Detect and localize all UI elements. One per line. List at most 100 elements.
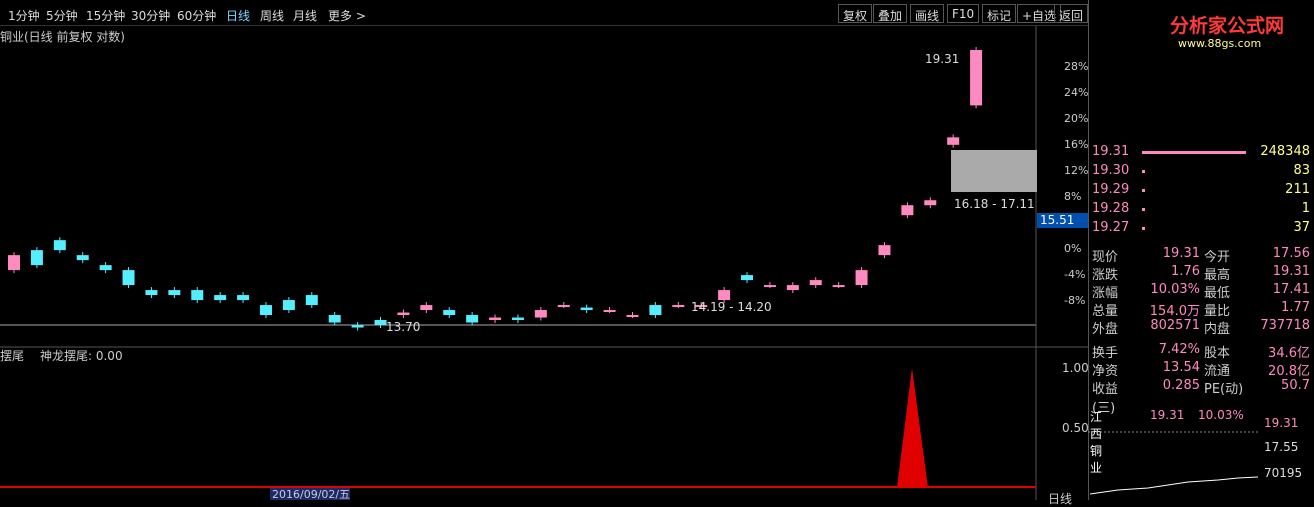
pct-tick: 8% (1064, 190, 1081, 203)
pct-tick: 0% (1064, 242, 1081, 255)
pct-tick: 28% (1064, 60, 1088, 73)
draw-button[interactable]: 画线 (910, 4, 945, 23)
orderbook-bar (1142, 227, 1145, 230)
candle (901, 205, 914, 216)
pct-tick: 16% (1064, 138, 1088, 151)
tf-daily[interactable]: 日线 (226, 7, 250, 24)
quote-cell: 17.56 (1272, 246, 1310, 261)
orderbook-bar (1142, 208, 1145, 211)
quote-cell: 19.31 (1272, 264, 1310, 279)
box-label: 16.18 - 17.11 (954, 197, 1035, 211)
candle (282, 300, 295, 311)
price-range-box (951, 150, 1037, 192)
mini-price: 19.31 (1150, 408, 1185, 422)
f10-button[interactable]: F10 (947, 4, 980, 23)
tf-more[interactable]: 更多 > (328, 7, 366, 24)
kline-chart[interactable]: 28%24%20%16%12%8%4%0%-4%-8% 19.31 16.18 … (0, 26, 1088, 500)
indicator-title: 摆尾 (0, 349, 24, 363)
candle (878, 245, 891, 256)
quote-cell: 涨跌 (1092, 268, 1119, 283)
mid-label: 14.19 - 14.20 (691, 300, 772, 314)
tf-1min[interactable]: 1分钟 (8, 7, 40, 24)
candle (626, 315, 639, 318)
tf-5min[interactable]: 5分钟 (46, 7, 78, 24)
candle (970, 50, 983, 106)
candle (214, 295, 227, 301)
candle (511, 317, 524, 321)
candle (741, 275, 754, 281)
high-label: 19.31 (925, 52, 959, 66)
candle (489, 317, 502, 321)
candle (168, 290, 181, 296)
back-button[interactable]: 返回 (1054, 4, 1088, 23)
candle (534, 310, 547, 318)
orderbook-volume: 211 (1285, 182, 1310, 197)
quote-cell: 7.42% (1158, 342, 1200, 357)
candle (145, 290, 158, 296)
candle (420, 305, 433, 311)
current-price-label: 15.51 (1040, 213, 1074, 227)
quote-cell: 19.31 (1162, 246, 1200, 261)
signal-spike (897, 368, 928, 488)
candle (76, 255, 89, 261)
tf-30min[interactable]: 30分钟 (131, 7, 170, 24)
overlay-button[interactable]: 叠加 (873, 4, 908, 23)
mark-button[interactable]: 标记 (982, 4, 1017, 23)
indicator-tick: 0.50 (1062, 421, 1088, 435)
candle (191, 290, 204, 301)
candle (649, 305, 662, 316)
pct-tick: -8% (1064, 294, 1085, 307)
quote-cell: 13.54 (1162, 360, 1200, 375)
tf-monthly[interactable]: 月线 (293, 7, 317, 24)
fuquan-button[interactable]: 复权 (838, 4, 873, 23)
indicator-tick: 1.00 (1062, 361, 1088, 375)
orderbook-volume: 248348 (1260, 144, 1310, 159)
logo-text: 分析家公式网 (1170, 15, 1285, 37)
date-label: 2016/09/02/五 (272, 488, 350, 500)
orderbook-volume: 83 (1293, 163, 1310, 178)
quote-cell: 净资 (1092, 364, 1119, 379)
quote-cell: 换手 (1092, 346, 1119, 361)
quote-cell: 154.0万 (1149, 304, 1200, 319)
candle (305, 295, 318, 306)
pct-tick: 20% (1064, 112, 1088, 125)
indicator-value: 神龙摆尾: 0.00 (40, 349, 123, 363)
candle (374, 320, 387, 326)
bottom-tab[interactable]: 日线 (1048, 490, 1072, 507)
orderbook-price: 19.29 (1092, 182, 1130, 197)
quote-cell: 涨幅 (1092, 286, 1119, 301)
candle (466, 315, 479, 323)
logo-url: www.88gs.com (1178, 37, 1262, 50)
quote-cell: 最高 (1204, 268, 1231, 283)
candle (832, 285, 845, 288)
candle (99, 265, 112, 271)
mini-p2: 17.55 (1264, 440, 1299, 454)
mini-p1: 19.31 (1264, 416, 1299, 430)
quote-cell: 17.41 (1272, 282, 1310, 297)
quote-cell: 流通 (1204, 364, 1231, 379)
orderbook-volume: 37 (1293, 220, 1310, 235)
candle (122, 270, 135, 286)
quote-cell: 802571 (1150, 318, 1200, 333)
quote-cell: 股本 (1204, 346, 1231, 361)
candle (53, 240, 66, 251)
orderbook-price: 19.27 (1092, 220, 1130, 235)
quote-cell: 10.03% (1150, 282, 1200, 297)
tf-15min[interactable]: 15分钟 (86, 7, 125, 24)
orderbook-volume: 1 (1301, 201, 1310, 216)
tf-60min[interactable]: 60分钟 (177, 7, 216, 24)
quote-cell: 现价 (1092, 250, 1119, 265)
quote-cell: 最低 (1204, 286, 1231, 301)
candle (351, 325, 364, 328)
candle (786, 285, 799, 291)
pct-tick: -4% (1064, 268, 1085, 281)
quote-cell: 0.285 (1162, 378, 1200, 393)
toolbar: 1分钟 5分钟 15分钟 30分钟 60分钟 日线 周线 月线 更多 > 复权 … (0, 0, 1088, 26)
tf-weekly[interactable]: 周线 (260, 7, 284, 24)
quote-cell: 34.6亿 (1268, 346, 1310, 361)
candle (809, 280, 822, 286)
pct-tick: 24% (1064, 86, 1088, 99)
quote-cell: 1.77 (1281, 300, 1310, 315)
candle (580, 307, 593, 311)
orderbook-price: 19.28 (1092, 201, 1130, 216)
